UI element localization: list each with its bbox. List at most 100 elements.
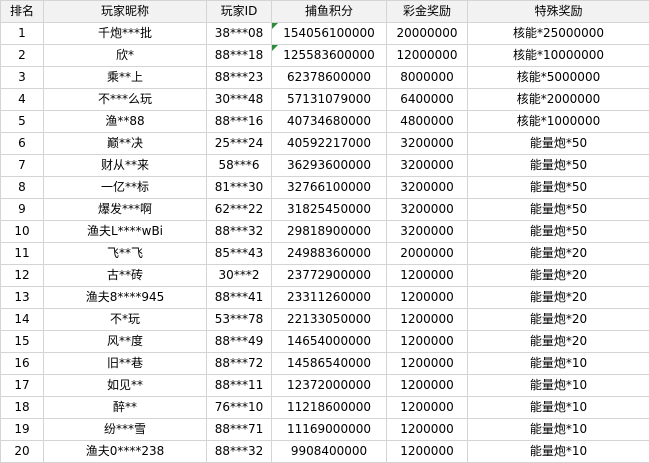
cell-score: 14654000000 [272, 331, 387, 353]
cell-player-id: 88***71 [207, 419, 272, 441]
cell-nickname: 不*玩 [44, 309, 207, 331]
cell-rank: 5 [1, 111, 44, 133]
cell-nickname: 风**度 [44, 331, 207, 353]
cell-score: 23311260000 [272, 287, 387, 309]
table-row: 13渔夫8****94588***41233112600001200000能量炮… [1, 287, 649, 309]
cell-special: 能量炮*20 [468, 265, 649, 287]
table-row: 11飞**飞85***43249883600002000000能量炮*20 [1, 243, 649, 265]
cell-jackpot: 1200000 [387, 265, 468, 287]
table-row: 9爆发***啊62***22318254500003200000能量炮*50 [1, 199, 649, 221]
cell-special: 核能*5000000 [468, 67, 649, 89]
cell-jackpot: 1200000 [387, 375, 468, 397]
cell-rank: 8 [1, 177, 44, 199]
cell-player-id: 62***22 [207, 199, 272, 221]
cell-special: 能量炮*20 [468, 331, 649, 353]
cell-score: 9908400000 [272, 441, 387, 463]
cell-player-id: 88***23 [207, 67, 272, 89]
cell-special: 能量炮*10 [468, 375, 649, 397]
cell-rank: 1 [1, 23, 44, 45]
cell-jackpot: 1200000 [387, 419, 468, 441]
cell-nickname: 渔夫0****238 [44, 441, 207, 463]
cell-jackpot: 1200000 [387, 397, 468, 419]
header-rank: 排名 [1, 1, 44, 23]
cell-score: 11218600000 [272, 397, 387, 419]
header-player-id: 玩家ID [207, 1, 272, 23]
cell-score: 36293600000 [272, 155, 387, 177]
cell-score: 24988360000 [272, 243, 387, 265]
cell-player-id: 88***32 [207, 441, 272, 463]
cell-player-id: 53***78 [207, 309, 272, 331]
table-row: 19纷***雪88***71111690000001200000能量炮*10 [1, 419, 649, 441]
table-row: 15风**度88***49146540000001200000能量炮*20 [1, 331, 649, 353]
leaderboard-rows: 1千炮***批38***0815405610000020000000核能*250… [1, 23, 649, 463]
table-row: 3乘**上88***23623786000008000000核能*5000000 [1, 67, 649, 89]
cell-special: 能量炮*10 [468, 441, 649, 463]
cell-special: 能量炮*10 [468, 353, 649, 375]
cell-special: 核能*10000000 [468, 45, 649, 67]
cell-nickname: 醉** [44, 397, 207, 419]
cell-jackpot: 1200000 [387, 331, 468, 353]
cell-score: 32766100000 [272, 177, 387, 199]
cell-jackpot: 20000000 [387, 23, 468, 45]
cell-nickname: 不***么玩 [44, 89, 207, 111]
cell-score: 40592217000 [272, 133, 387, 155]
cell-player-id: 25***24 [207, 133, 272, 155]
cell-special: 能量炮*10 [468, 397, 649, 419]
table-row: 12古**砖30***2237729000001200000能量炮*20 [1, 265, 649, 287]
cell-nickname: 飞**飞 [44, 243, 207, 265]
cell-score: 62378600000 [272, 67, 387, 89]
table-row: 14不*玩53***78221330500001200000能量炮*20 [1, 309, 649, 331]
cell-special: 能量炮*50 [468, 133, 649, 155]
header-row: 排名 玩家昵称 玩家ID 捕鱼积分 彩金奖励 特殊奖励 [1, 1, 649, 23]
cell-nickname: 纷***雪 [44, 419, 207, 441]
cell-special: 能量炮*50 [468, 221, 649, 243]
cell-special: 能量炮*50 [468, 199, 649, 221]
cell-rank: 19 [1, 419, 44, 441]
cell-rank: 15 [1, 331, 44, 353]
cell-nickname: 乘**上 [44, 67, 207, 89]
cell-rank: 14 [1, 309, 44, 331]
cell-score: 40734680000 [272, 111, 387, 133]
cell-flag-icon [272, 45, 278, 51]
table-row: 2欣*88***1812558360000012000000核能*1000000… [1, 45, 649, 67]
cell-nickname: 千炮***批 [44, 23, 207, 45]
cell-player-id: 88***72 [207, 353, 272, 375]
header-nickname: 玩家昵称 [44, 1, 207, 23]
cell-rank: 18 [1, 397, 44, 419]
cell-jackpot: 3200000 [387, 177, 468, 199]
table-row: 17如见**88***11123720000001200000能量炮*10 [1, 375, 649, 397]
cell-nickname: 渔**88 [44, 111, 207, 133]
cell-nickname: 古**砖 [44, 265, 207, 287]
cell-score: 11169000000 [272, 419, 387, 441]
cell-nickname: 旧**巷 [44, 353, 207, 375]
cell-player-id: 30***48 [207, 89, 272, 111]
table-row: 16旧**巷88***72145865400001200000能量炮*10 [1, 353, 649, 375]
cell-rank: 6 [1, 133, 44, 155]
cell-jackpot: 12000000 [387, 45, 468, 67]
header-special: 特殊奖励 [468, 1, 649, 23]
cell-jackpot: 8000000 [387, 67, 468, 89]
table-row: 7财从**来58***6362936000003200000能量炮*50 [1, 155, 649, 177]
cell-player-id: 88***16 [207, 111, 272, 133]
cell-nickname: 巅**决 [44, 133, 207, 155]
table-row: 18醉**76***10112186000001200000能量炮*10 [1, 397, 649, 419]
cell-special: 能量炮*20 [468, 309, 649, 331]
cell-special: 核能*2000000 [468, 89, 649, 111]
cell-special: 能量炮*20 [468, 287, 649, 309]
cell-jackpot: 1200000 [387, 441, 468, 463]
cell-jackpot: 1200000 [387, 353, 468, 375]
cell-jackpot: 1200000 [387, 287, 468, 309]
cell-rank: 20 [1, 441, 44, 463]
cell-nickname: 财从**来 [44, 155, 207, 177]
table-row: 10渔夫L****wBi88***32298189000003200000能量炮… [1, 221, 649, 243]
cell-special: 能量炮*20 [468, 243, 649, 265]
cell-special: 能量炮*50 [468, 177, 649, 199]
cell-jackpot: 3200000 [387, 133, 468, 155]
table-row: 6巅**决25***24405922170003200000能量炮*50 [1, 133, 649, 155]
cell-jackpot: 3200000 [387, 221, 468, 243]
cell-jackpot: 1200000 [387, 309, 468, 331]
cell-score: 154056100000 [272, 23, 387, 45]
cell-nickname: 渔夫8****945 [44, 287, 207, 309]
cell-nickname: 一亿**标 [44, 177, 207, 199]
cell-player-id: 88***49 [207, 331, 272, 353]
